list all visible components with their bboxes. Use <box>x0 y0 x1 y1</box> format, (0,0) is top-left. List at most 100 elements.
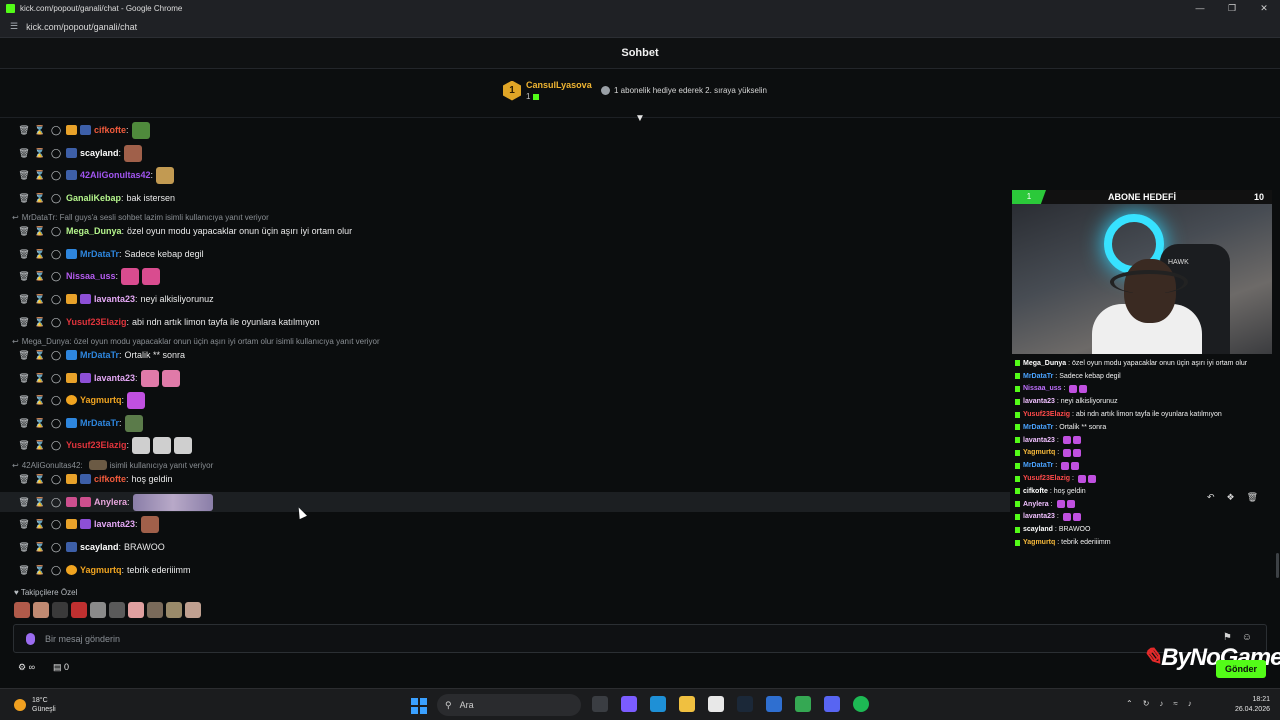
edge-icon[interactable] <box>650 696 666 712</box>
delete-icon[interactable]: 🗑 <box>18 147 30 159</box>
timeout-icon[interactable]: ⌛ <box>34 124 46 136</box>
delete-icon[interactable]: 🗑 <box>18 473 30 485</box>
timeout-icon[interactable]: ⌛ <box>34 541 46 553</box>
username[interactable]: scayland <box>80 148 119 158</box>
username[interactable]: MrDataTr <box>80 249 119 259</box>
username[interactable]: Nissaa_uss <box>66 271 116 281</box>
username[interactable]: Yusuf23Elazig <box>66 317 127 327</box>
ban-icon[interactable]: ◯ <box>50 270 62 282</box>
delete-icon[interactable]: 🗑 <box>18 541 30 553</box>
mic-tray-icon[interactable]: ♪ <box>1159 699 1163 708</box>
timeout-icon[interactable]: ⌛ <box>34 192 46 204</box>
emote-option[interactable] <box>128 602 144 618</box>
username[interactable]: GanaliKebap <box>66 193 121 203</box>
delete-icon[interactable]: 🗑 <box>18 192 30 204</box>
ban-icon[interactable]: ◯ <box>50 147 62 159</box>
taskbar-search[interactable]: ⚲ Ara <box>437 694 581 716</box>
ban-icon[interactable]: ◯ <box>50 541 62 553</box>
timeout-icon[interactable]: ⌛ <box>34 439 46 451</box>
delete-icon[interactable]: 🗑 <box>18 496 30 508</box>
delete-icon[interactable]: 🗑 <box>18 270 30 282</box>
trash-icon[interactable]: 🗑 <box>1247 492 1258 503</box>
task-view-icon[interactable] <box>592 696 608 712</box>
ban-icon[interactable]: ◯ <box>50 316 62 328</box>
close-icon[interactable]: ✕ <box>1248 0 1280 16</box>
delete-icon[interactable]: 🗑 <box>18 293 30 305</box>
username[interactable]: lavanta23 <box>94 519 135 529</box>
ban-icon[interactable]: ◯ <box>50 394 62 406</box>
ban-icon[interactable]: ◯ <box>50 169 62 181</box>
delete-icon[interactable]: 🗑 <box>18 349 30 361</box>
spotify-icon[interactable] <box>853 696 869 712</box>
emote-option[interactable] <box>147 602 163 618</box>
delete-icon[interactable]: 🗑 <box>18 372 30 384</box>
url-text[interactable]: kick.com/popout/ganali/chat <box>26 22 137 32</box>
reply-icon[interactable]: ↶ <box>1207 492 1215 503</box>
delete-icon[interactable]: 🗑 <box>18 439 30 451</box>
ban-icon[interactable]: ◯ <box>50 248 62 260</box>
emote-option[interactable] <box>71 602 87 618</box>
ban-icon[interactable]: ◯ <box>50 518 62 530</box>
ban-icon[interactable]: ◯ <box>50 439 62 451</box>
username[interactable]: cifkofte <box>94 125 126 135</box>
username[interactable]: Mega_Dunya <box>66 226 122 236</box>
weather-widget[interactable]: 18°C Güneşli <box>14 696 56 714</box>
emote-option[interactable] <box>166 602 182 618</box>
chat-placeholder[interactable]: Bir mesaj gönderin <box>45 634 120 644</box>
delete-icon[interactable]: 🗑 <box>18 394 30 406</box>
gift-hint[interactable]: 1 abonelik hediye ederek 2. sıraya yükse… <box>601 86 767 95</box>
delete-icon[interactable]: 🗑 <box>18 518 30 530</box>
ban-icon[interactable]: ◯ <box>50 372 62 384</box>
delete-icon[interactable]: 🗑 <box>18 169 30 181</box>
delete-icon[interactable]: 🗑 <box>18 225 30 237</box>
volume-icon[interactable]: ♪ <box>1188 699 1192 708</box>
username[interactable]: lavanta23 <box>94 294 135 304</box>
ban-icon[interactable]: ◯ <box>50 124 62 136</box>
minimize-icon[interactable]: — <box>1184 0 1216 16</box>
translate-icon[interactable]: ⚑ <box>1223 632 1232 643</box>
delete-icon[interactable]: 🗑 <box>18 417 30 429</box>
username[interactable]: Yagmurtq <box>80 565 122 575</box>
sync-icon[interactable]: ↻ <box>1143 699 1150 708</box>
timeout-icon[interactable]: ⌛ <box>34 518 46 530</box>
clock[interactable]: 18:21 26.04.2026 <box>1228 695 1270 715</box>
delete-icon[interactable]: 🗑 <box>18 124 30 136</box>
delete-icon[interactable]: 🗑 <box>18 248 30 260</box>
emote-option[interactable] <box>109 602 125 618</box>
emote-option[interactable] <box>14 602 30 618</box>
ban-icon[interactable]: ◯ <box>50 473 62 485</box>
drops-counter[interactable]: ▤ 0 <box>53 662 69 673</box>
ban-icon[interactable]: ◯ <box>50 192 62 204</box>
timeout-icon[interactable]: ⌛ <box>34 225 46 237</box>
username[interactable]: lavanta23 <box>94 373 135 383</box>
timeout-icon[interactable]: ⌛ <box>34 169 46 181</box>
top-gifter[interactable]: 1 CansulLyasova 1 <box>503 80 592 101</box>
send-button[interactable]: Gönder <box>1216 660 1266 678</box>
username[interactable]: MrDataTr <box>80 418 119 428</box>
username[interactable]: 42AliGonultas42 <box>80 170 151 180</box>
timeout-icon[interactable]: ⌛ <box>34 349 46 361</box>
pin-icon[interactable]: ❖ <box>1227 492 1235 503</box>
ban-icon[interactable]: ◯ <box>50 293 62 305</box>
ban-icon[interactable]: ◯ <box>50 349 62 361</box>
username[interactable]: MrDataTr <box>80 350 119 360</box>
timeout-icon[interactable]: ⌛ <box>34 564 46 576</box>
ban-icon[interactable]: ◯ <box>50 564 62 576</box>
chat-input[interactable]: Bir mesaj gönderin ⚑ ☺ <box>13 624 1267 653</box>
emote-option[interactable] <box>33 602 49 618</box>
timeout-icon[interactable]: ⌛ <box>34 394 46 406</box>
restore-icon[interactable]: ❐ <box>1216 0 1248 16</box>
delete-icon[interactable]: 🗑 <box>18 564 30 576</box>
username[interactable]: cifkofte <box>94 474 126 484</box>
emote-option[interactable] <box>52 602 68 618</box>
address-bar[interactable]: ☰ kick.com/popout/ganali/chat <box>0 16 1280 38</box>
timeout-icon[interactable]: ⌛ <box>34 417 46 429</box>
timeout-icon[interactable]: ⌛ <box>34 147 46 159</box>
emote-option[interactable] <box>185 602 201 618</box>
username[interactable]: scayland <box>80 542 119 552</box>
timeout-icon[interactable]: ⌛ <box>34 270 46 282</box>
username[interactable]: Yagmurtq <box>80 395 122 405</box>
discord-icon[interactable] <box>824 696 840 712</box>
timeout-icon[interactable]: ⌛ <box>34 496 46 508</box>
scrollbar[interactable] <box>1276 553 1279 578</box>
